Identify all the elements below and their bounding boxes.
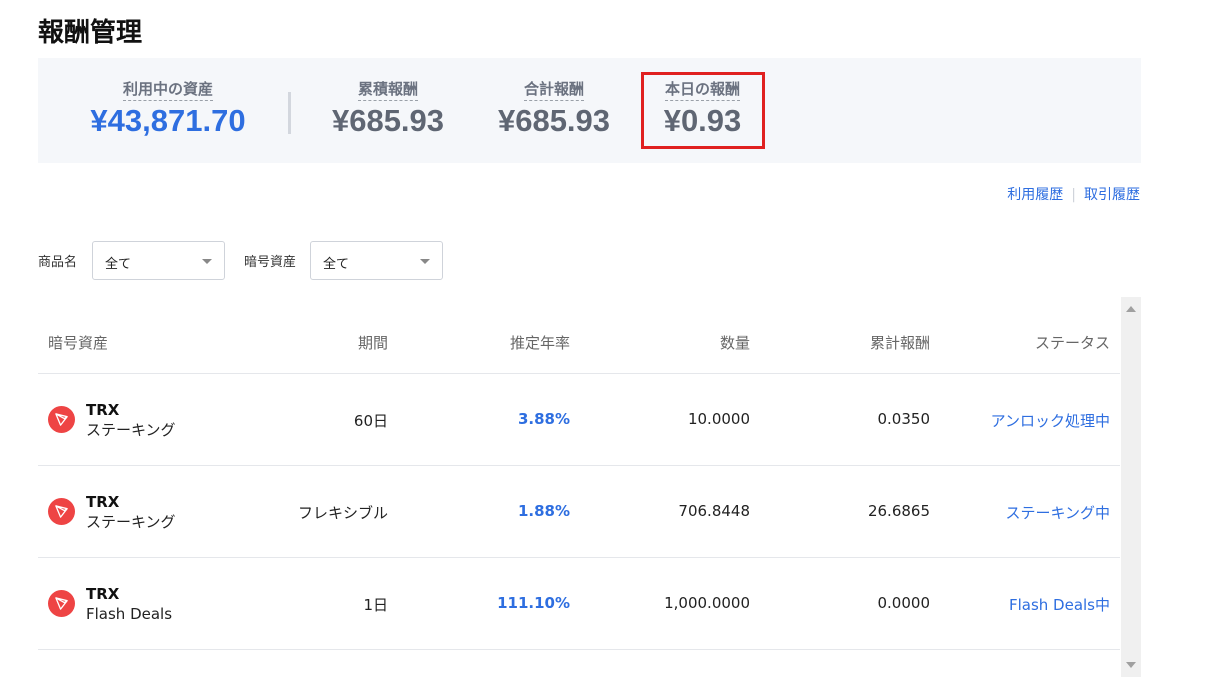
product-filter-value: 全て <box>105 257 132 272</box>
product-filter-label: 商品名 <box>38 255 78 270</box>
header-amount: 数量 <box>719 334 750 352</box>
asset-symbol: TRX <box>86 401 120 419</box>
stat-using-assets: 利用中の資産 ¥43,871.70 <box>82 78 254 139</box>
asset-text: TRX Flash Deals <box>86 584 172 624</box>
stat-using-assets-label[interactable]: 利用中の資産 <box>122 78 213 101</box>
rewards-table: 暗号資産 期間 推定年率 数量 累計報酬 ステータス TRX ステーキング 60… <box>38 308 1120 650</box>
period-cell: フレキシブル <box>297 504 388 522</box>
summary-divider <box>288 92 291 134</box>
stat-total-reward: 合計報酬 ¥685.93 <box>484 78 624 139</box>
header-status: ステータス <box>1034 334 1110 352</box>
asset-filter-label: 暗号資産 <box>244 255 297 270</box>
asset-filter-select[interactable]: 全て <box>310 241 443 280</box>
asset-symbol: TRX <box>86 585 120 603</box>
table-scrollbar[interactable] <box>1121 297 1141 677</box>
product-type: Flash Deals <box>86 605 173 623</box>
header-apr: 推定年率 <box>509 334 570 352</box>
table-row: TRX ステーキング 60日 3.88% 10.0000 0.0350 アンロッ… <box>38 374 1120 466</box>
tron-icon <box>48 590 75 617</box>
usage-history-link[interactable]: 利用履歴 <box>1007 187 1063 203</box>
chevron-down-icon <box>202 259 212 264</box>
header-asset: 暗号資産 <box>48 334 109 352</box>
stat-using-assets-value: ¥43,871.70 <box>90 103 246 138</box>
period-cell: 1日 <box>363 596 388 614</box>
trade-history-link[interactable]: 取引履歴 <box>1084 187 1140 203</box>
reward-cell: 0.0000 <box>877 594 931 612</box>
asset-symbol: TRX <box>86 493 120 511</box>
product-type: ステーキング <box>86 421 176 439</box>
reward-cell: 26.6865 <box>867 502 930 520</box>
table-row: TRX Flash Deals 1日 111.10% 1,000.0000 0.… <box>38 558 1120 650</box>
link-separator: | <box>1071 187 1076 203</box>
stat-cumulative-reward: 累積報酬 ¥685.93 <box>318 78 458 139</box>
stat-total-reward-label[interactable]: 合計報酬 <box>523 78 584 101</box>
reward-summary: 利用中の資産 ¥43,871.70 累積報酬 ¥685.93 合計報酬 ¥685… <box>38 58 1141 163</box>
amount-cell: 1,000.0000 <box>664 594 750 612</box>
status-cell[interactable]: ステーキング中 <box>1005 502 1110 523</box>
apr-cell: 111.10% <box>497 594 570 612</box>
apr-cell: 3.88% <box>517 410 570 428</box>
status-cell[interactable]: アンロック処理中 <box>991 410 1110 431</box>
product-filter-select[interactable]: 全て <box>92 241 225 280</box>
history-links: 利用履歴 | 取引履歴 <box>1007 184 1140 204</box>
product-type: ステーキング <box>86 513 176 531</box>
stat-cumulative-reward-label[interactable]: 累積報酬 <box>357 78 418 101</box>
stat-cumulative-reward-value: ¥685.93 <box>331 103 445 138</box>
tron-icon <box>48 498 75 525</box>
tron-icon <box>48 406 75 433</box>
page-title: 報酬管理 <box>38 18 143 48</box>
asset-text: TRX ステーキング <box>86 492 176 532</box>
chevron-down-icon <box>420 259 430 264</box>
amount-cell: 706.8448 <box>678 502 750 520</box>
table-header: 暗号資産 期間 推定年率 数量 累計報酬 ステータス <box>38 308 1120 374</box>
scroll-down-icon[interactable] <box>1126 662 1136 668</box>
scroll-up-icon[interactable] <box>1126 306 1136 312</box>
header-reward: 累計報酬 <box>869 334 930 352</box>
asset-text: TRX ステーキング <box>86 400 176 440</box>
reward-cell: 0.0350 <box>877 410 931 428</box>
header-period: 期間 <box>357 334 388 352</box>
asset-filter-value: 全て <box>323 257 350 272</box>
status-cell[interactable]: Flash Deals中 <box>1009 594 1110 615</box>
stat-total-reward-value: ¥685.93 <box>497 103 611 138</box>
amount-cell: 10.0000 <box>687 410 750 428</box>
table-row: TRX ステーキング フレキシブル 1.88% 706.8448 26.6865… <box>38 466 1120 558</box>
period-cell: 60日 <box>353 412 388 430</box>
apr-cell: 1.88% <box>517 502 570 520</box>
highlight-box <box>641 72 765 149</box>
